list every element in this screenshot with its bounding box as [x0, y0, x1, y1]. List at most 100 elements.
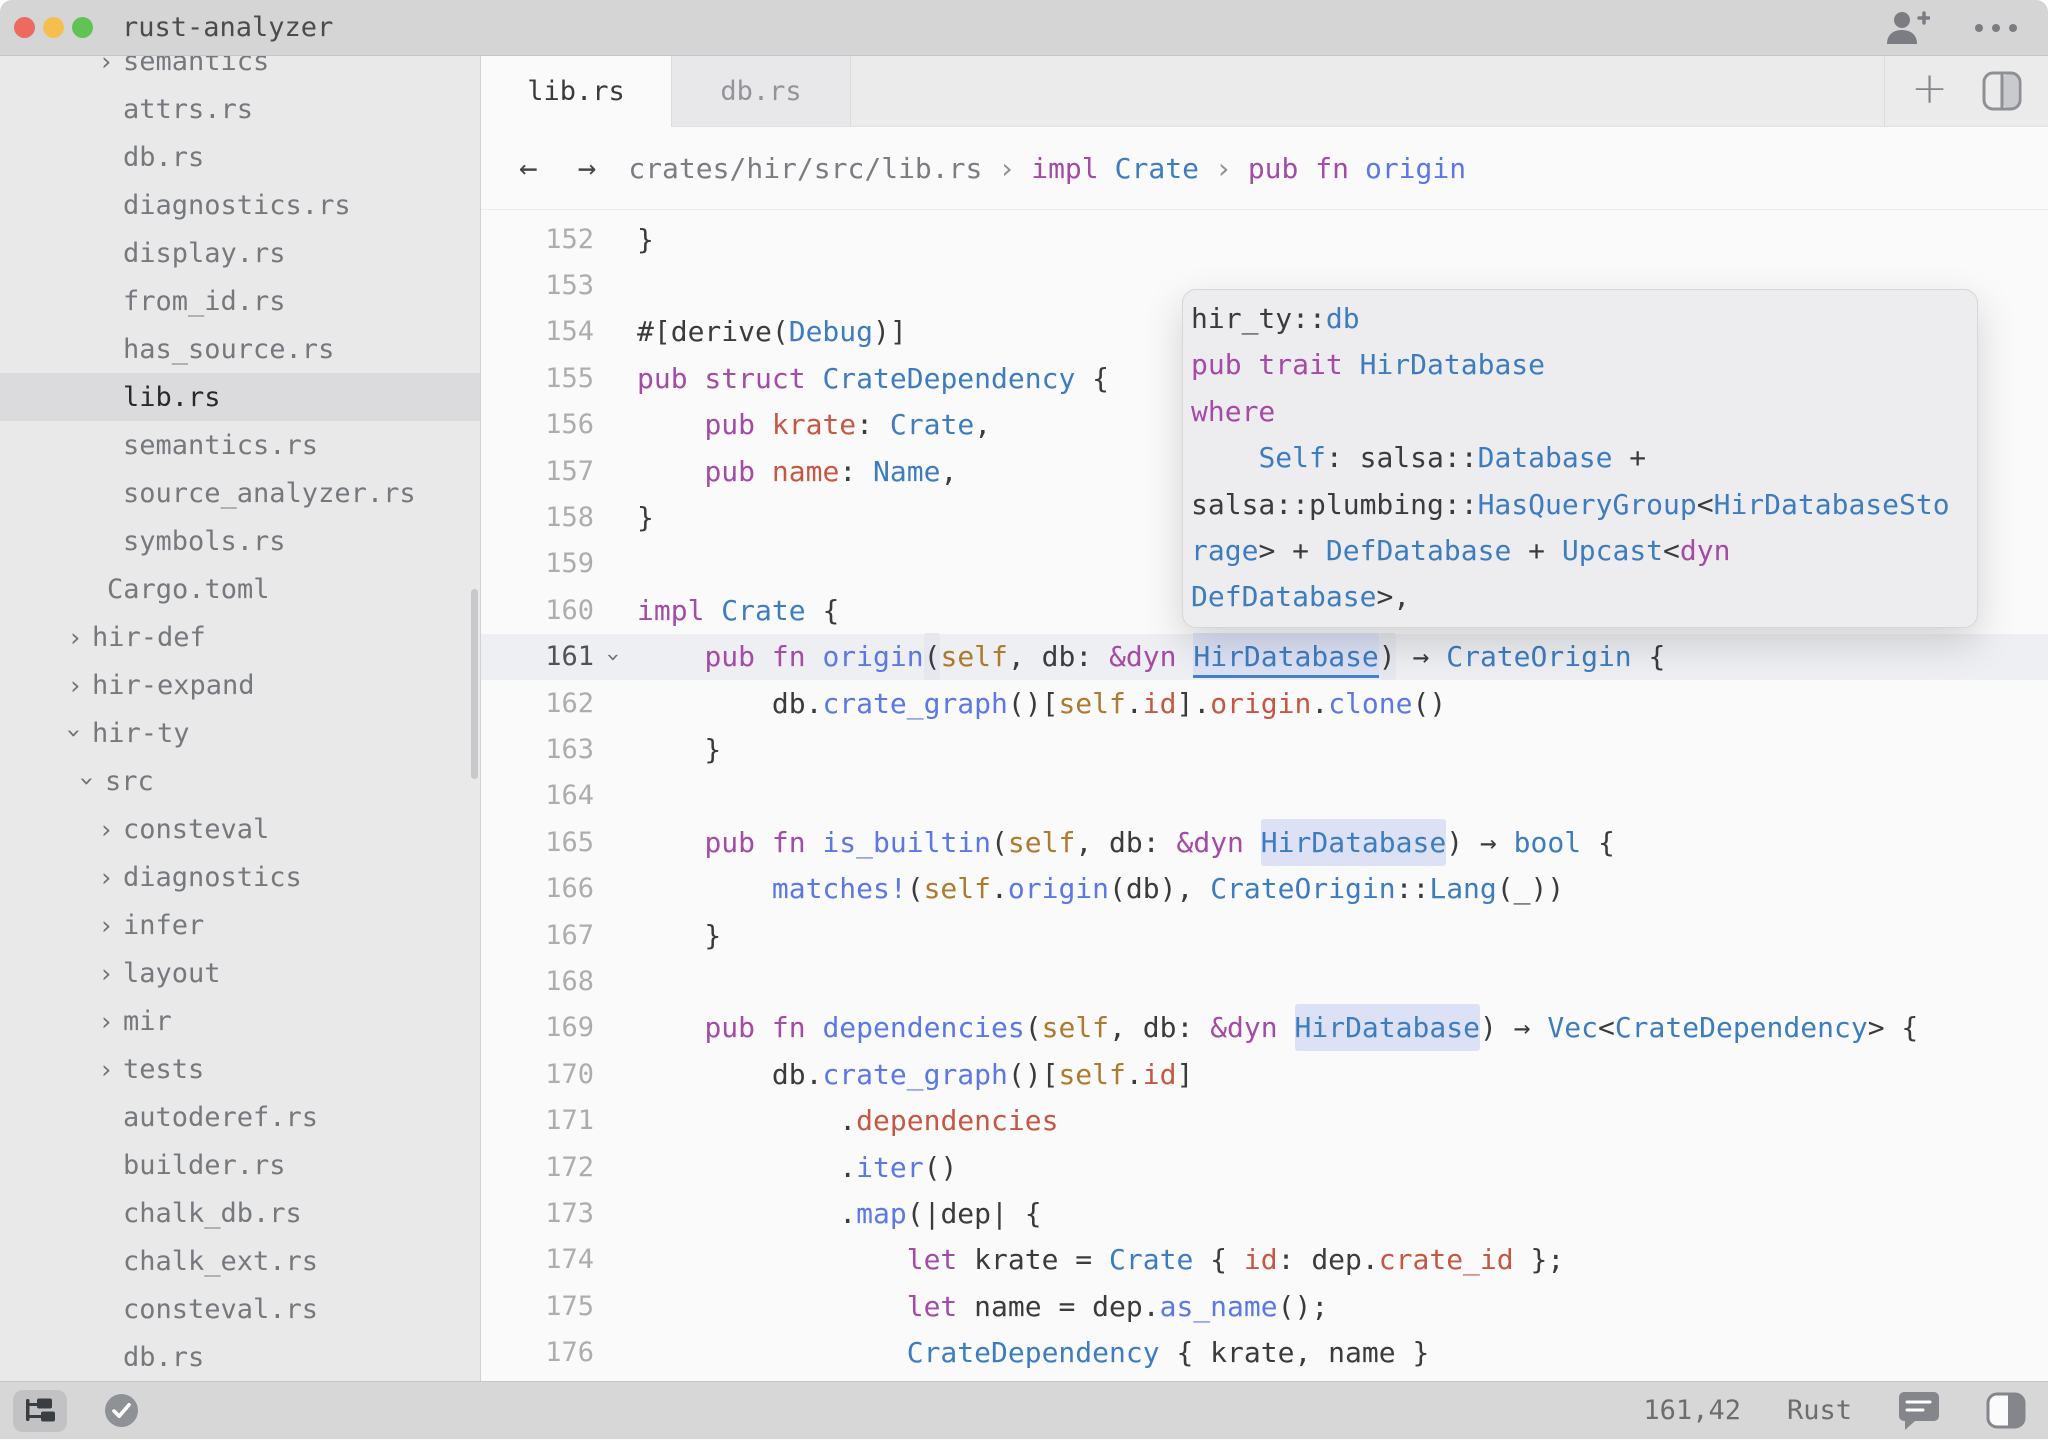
chevron-right-icon[interactable]: › — [64, 613, 86, 661]
tree-item-from_id.rs[interactable]: from_id.rs — [0, 277, 480, 325]
code-token: origin — [822, 640, 923, 673]
tree-item-consteval[interactable]: ›consteval — [0, 805, 480, 853]
breadcrumb-segment[interactable]: origin — [1365, 152, 1466, 185]
tree-item-hir-expand[interactable]: ›hir-expand — [0, 661, 480, 709]
tree-item-diagnostics.rs[interactable]: diagnostics.rs — [0, 181, 480, 229]
code-line-164[interactable]: 164 — [481, 773, 2048, 819]
file-label: chalk_ext.rs — [0, 1246, 318, 1277]
language-indicator[interactable]: Rust — [1787, 1395, 1852, 1426]
breadcrumb-segment[interactable]: Crate — [1115, 152, 1199, 185]
zoom-window-button[interactable] — [72, 17, 93, 38]
code-line-152[interactable]: 152} — [481, 216, 2048, 262]
code-line-166[interactable]: 166 matches!(self.origin(db), CrateOrigi… — [481, 865, 2048, 911]
project-panel-toggle-button[interactable] — [13, 1390, 67, 1432]
code-token: () — [1413, 687, 1447, 720]
hover-tooltip-lines: hir_ty::dbpub trait HirDatabasewhere Sel… — [1191, 296, 1969, 621]
code-line-169[interactable]: 169 pub fn dependencies(self, db: &dyn H… — [481, 1005, 2048, 1051]
fold-gutter — [594, 1005, 637, 1051]
tree-item-chalk_ext.rs[interactable]: chalk_ext.rs — [0, 1237, 480, 1285]
tree-item-display.rs[interactable]: display.rs — [0, 229, 480, 277]
code-line-173[interactable]: 173 .map(|dep| { — [481, 1190, 2048, 1236]
code-token: < — [1598, 1011, 1615, 1044]
chevron-down-icon[interactable]: › — [64, 770, 112, 792]
code-line-170[interactable]: 170 db.crate_graph()[self.id] — [481, 1051, 2048, 1097]
code-line-172[interactable]: 172 .iter() — [481, 1144, 2048, 1190]
tree-item-diagnostics[interactable]: ›diagnostics — [0, 853, 480, 901]
forward-button[interactable]: → — [578, 150, 597, 186]
tree-item-attrs.rs[interactable]: attrs.rs — [0, 85, 480, 133]
chevron-right-icon[interactable]: › — [95, 805, 117, 853]
code-line-161[interactable]: 161› pub fn origin(self, db: &dyn HirDat… — [481, 634, 2048, 680]
code-line-162[interactable]: 162 db.crate_graph()[self.id].origin.clo… — [481, 680, 2048, 726]
code-token: ]. — [1176, 687, 1210, 720]
tree-item-Cargo.toml[interactable]: Cargo.toml — [0, 565, 480, 613]
tree-item-src[interactable]: ›src — [0, 757, 480, 805]
chevron-right-icon[interactable]: › — [95, 56, 117, 85]
back-button[interactable]: ← — [519, 150, 538, 186]
feedback-chat-icon[interactable] — [1898, 1391, 1940, 1431]
tree-item-semantics.rs[interactable]: semantics.rs — [0, 421, 480, 469]
tree-item-consteval.rs[interactable]: consteval.rs — [0, 1285, 480, 1333]
tree-item-source_analyzer.rs[interactable]: source_analyzer.rs — [0, 469, 480, 517]
chevron-right-icon[interactable]: › — [95, 997, 117, 1045]
close-window-button[interactable] — [14, 17, 35, 38]
tree-item-symbols.rs[interactable]: symbols.rs — [0, 517, 480, 565]
breadcrumb-segment[interactable]: › — [1215, 152, 1232, 185]
line-number: 161 — [481, 641, 594, 672]
tree-item-semantics[interactable]: ›semantics — [0, 56, 480, 85]
diagnostics-check-icon[interactable] — [103, 1392, 140, 1429]
tree-item-builder.rs[interactable]: builder.rs — [0, 1141, 480, 1189]
cursor-position[interactable]: 161,42 — [1643, 1395, 1741, 1426]
tree-item-autoderef.rs[interactable]: autoderef.rs — [0, 1093, 480, 1141]
tree-item-tests[interactable]: ›tests — [0, 1045, 480, 1093]
line-number: 175 — [481, 1291, 594, 1322]
code-line-163[interactable]: 163 } — [481, 726, 2048, 772]
breadcrumb-segment[interactable]: impl — [1031, 152, 1098, 185]
code-line-175[interactable]: 175 let name = dep.as_name(); — [481, 1283, 2048, 1329]
tree-item-db.rs[interactable]: db.rs — [0, 1333, 480, 1381]
chevron-right-icon[interactable]: › — [95, 1045, 117, 1093]
new-tab-button[interactable]: + — [1911, 67, 1948, 111]
code-line-171[interactable]: 171 .dependencies — [481, 1097, 2048, 1143]
breadcrumb-segment[interactable]: crates/hir/src/lib.rs — [628, 152, 982, 185]
tree-item-db.rs[interactable]: db.rs — [0, 133, 480, 181]
tooltip-token: + — [1612, 441, 1646, 474]
code-line-176[interactable]: 176 CrateDependency { krate, name } — [481, 1329, 2048, 1375]
tree-item-has_source.rs[interactable]: has_source.rs — [0, 325, 480, 373]
chevron-down-icon[interactable]: › — [51, 722, 99, 744]
tree-item-layout[interactable]: ›layout — [0, 949, 480, 997]
tree-item-hir-ty[interactable]: ›hir-ty — [0, 709, 480, 757]
code-token: self — [940, 640, 1007, 673]
chevron-right-icon[interactable]: › — [95, 853, 117, 901]
code-line-174[interactable]: 174 let krate = Crate { id: dep.crate_id… — [481, 1237, 2048, 1283]
code-text: pub krate: Crate, — [637, 408, 991, 441]
breadcrumb-segment[interactable]: › — [998, 152, 1015, 185]
file-label: attrs.rs — [0, 94, 253, 125]
tab-lib.rs[interactable]: lib.rs — [481, 56, 671, 127]
breadcrumb-segment[interactable]: pub fn — [1248, 152, 1349, 185]
code-line-168[interactable]: 168 — [481, 958, 2048, 1004]
chevron-right-icon[interactable]: › — [95, 901, 117, 949]
tree-item-infer[interactable]: ›infer — [0, 901, 480, 949]
tree-item-mir[interactable]: ›mir — [0, 997, 480, 1045]
more-menu-icon[interactable] — [1974, 23, 2018, 33]
tree-item-lib.rs[interactable]: lib.rs — [0, 373, 480, 421]
split-pane-icon[interactable] — [1982, 71, 2022, 111]
code-editor[interactable]: 152}153154#[derive(Debug)]155pub struct … — [481, 210, 2048, 1381]
chevron-right-icon[interactable]: › — [64, 661, 86, 709]
tooltip-line: Self: salsa::Database + — [1191, 435, 1969, 481]
tree-item-chalk_db.rs[interactable]: chalk_db.rs — [0, 1189, 480, 1237]
tree-item-hir-def[interactable]: ›hir-def — [0, 613, 480, 661]
code-line-165[interactable]: 165 pub fn is_builtin(self, db: &dyn Hir… — [481, 819, 2048, 865]
code-line-177[interactable]: 177 }) — [481, 1376, 2048, 1381]
code-token: > { — [1868, 1011, 1919, 1044]
chevron-down-icon[interactable]: › — [600, 650, 626, 664]
minimize-window-button[interactable] — [43, 17, 64, 38]
sidebar-scrollbar[interactable] — [471, 589, 478, 779]
chevron-right-icon[interactable]: › — [95, 949, 117, 997]
code-token: HirDatabase — [1261, 819, 1446, 866]
code-line-167[interactable]: 167 } — [481, 912, 2048, 958]
tab-db.rs[interactable]: db.rs — [671, 56, 851, 126]
right-dock-toggle-icon[interactable] — [1986, 1392, 2026, 1429]
add-collaborator-icon[interactable] — [1884, 11, 1930, 45]
